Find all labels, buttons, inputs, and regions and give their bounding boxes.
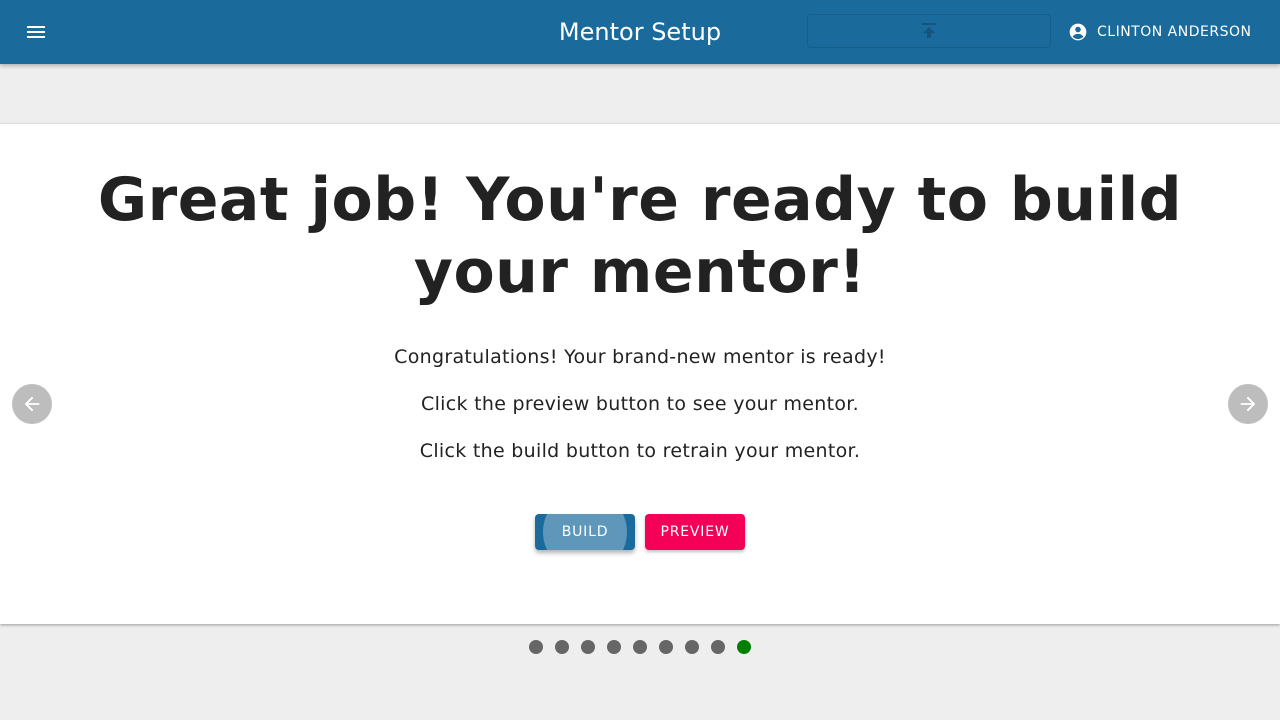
menu-icon [27,26,45,38]
slide-dot[interactable] [581,640,595,654]
arrow-left-icon [24,396,40,412]
build-button-label: BUILD [561,524,609,540]
arrow-right-icon [1240,396,1256,412]
slide-paragraph-3: Click the build button to retrain your m… [419,440,861,462]
slide-dot-active[interactable] [737,640,751,654]
slide-dot[interactable] [659,640,673,654]
next-slide-button[interactable] [1228,384,1268,424]
build-button[interactable]: BUILD [535,514,635,550]
user-menu-button[interactable]: CLINTON ANDERSON [1060,14,1259,50]
previous-slide-button[interactable] [12,384,52,424]
slide-indicator [0,640,1280,654]
slide-dot[interactable] [529,640,543,654]
slide-dot[interactable] [685,640,699,654]
account-circle-icon [1068,22,1088,42]
upload-button[interactable] [807,14,1051,48]
upload-icon [922,23,936,38]
slide-paragraph-2: Click the preview button to see your men… [421,393,859,415]
menu-button[interactable] [16,12,56,52]
slide-dot[interactable] [555,640,569,654]
slide-dot[interactable] [711,640,725,654]
slide-headline: Great job! You're ready to build your me… [97,165,1183,307]
preview-button-label: PREVIEW [660,524,730,540]
slide-paragraph-1: Congratulations! Your brand-new mentor i… [394,346,886,368]
slide-card: Great job! You're ready to build your me… [0,124,1280,624]
app-bar: Mentor Setup CLINTON ANDERSON [0,0,1280,64]
slide-dot[interactable] [633,640,647,654]
preview-button[interactable]: PREVIEW [645,514,745,550]
user-name: CLINTON ANDERSON [1097,24,1252,40]
slide-dot[interactable] [607,640,621,654]
